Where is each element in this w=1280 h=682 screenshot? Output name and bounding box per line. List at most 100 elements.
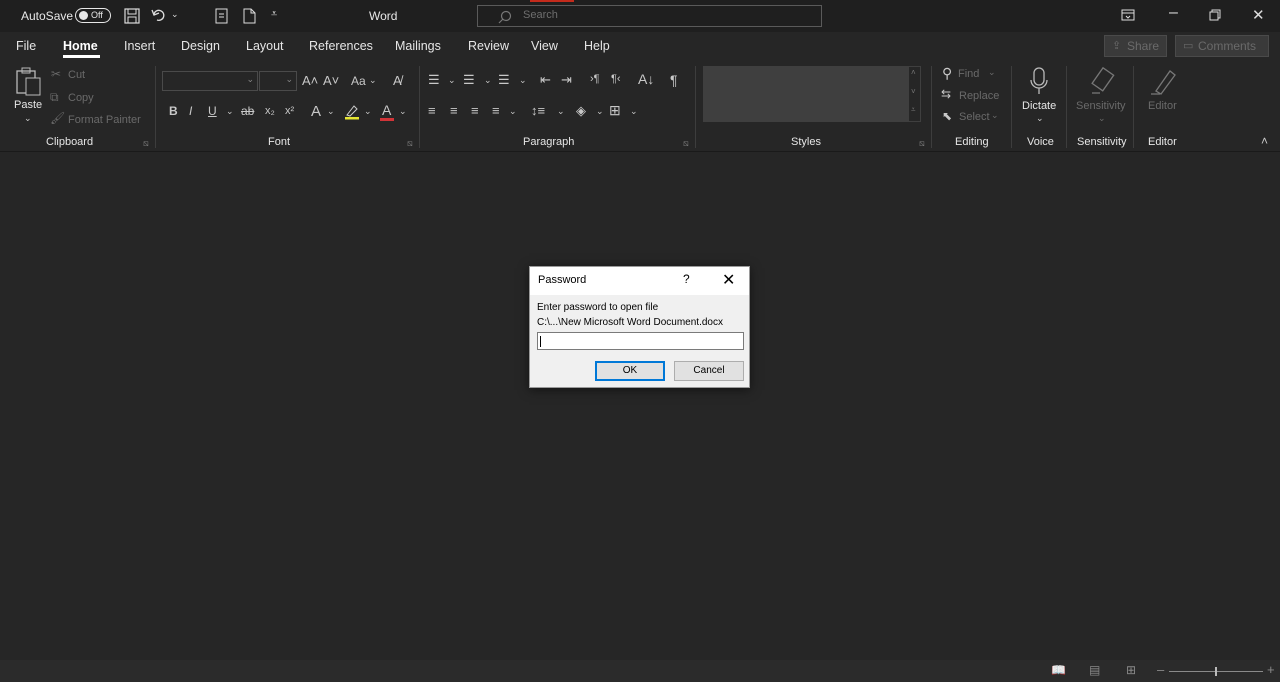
scroll-down-icon[interactable]: ˅ — [911, 87, 916, 96]
styles-launcher-icon[interactable]: ⧅ — [919, 138, 925, 149]
underline-dropdown-icon[interactable]: ⌄ — [226, 106, 234, 117]
select-button[interactable]: Select — [959, 111, 990, 123]
undo-dropdown-icon[interactable]: ⌄ — [171, 9, 179, 20]
tab-file[interactable]: File — [16, 39, 36, 53]
line-spacing-icon[interactable]: ↕≡ — [531, 103, 545, 118]
justify-icon[interactable]: ≡ — [492, 103, 500, 118]
restore-icon[interactable] — [1209, 9, 1221, 21]
comments-button[interactable]: ▭ Comments — [1175, 35, 1269, 57]
print-layout-icon[interactable]: ▤ — [1089, 663, 1100, 677]
align-center-icon[interactable]: ≡ — [450, 103, 458, 118]
sort-icon[interactable]: A↓ — [638, 71, 654, 87]
scroll-up-icon[interactable]: ˄ — [911, 68, 916, 77]
read-mode-icon[interactable]: 📖 — [1051, 663, 1066, 677]
clipboard-launcher-icon[interactable]: ⧅ — [143, 138, 149, 149]
shrink-font-icon[interactable]: A˅ — [323, 73, 339, 88]
find-button[interactable]: Find — [958, 68, 979, 80]
line-spacing-dropdown-icon[interactable]: ⌄ — [557, 106, 565, 117]
numbering-dropdown-icon[interactable]: ⌄ — [484, 75, 492, 86]
show-formatting-icon[interactable]: ¶ — [670, 72, 678, 88]
styles-gallery-scroll[interactable]: ˄ ˅ ⩡ — [908, 66, 921, 122]
styles-gallery[interactable] — [703, 66, 908, 122]
multilevel-dropdown-icon[interactable]: ⌄ — [519, 75, 527, 86]
open-document-icon[interactable] — [243, 8, 256, 24]
format-painter-button[interactable]: Format Painter — [68, 114, 141, 126]
font-size-select[interactable]: ⌄ — [259, 71, 297, 91]
bullets-icon[interactable]: ☰ — [428, 72, 440, 88]
ltr-icon[interactable]: ›¶ — [590, 73, 600, 85]
dictate-dropdown-icon[interactable]: ⌄ — [1036, 113, 1044, 124]
justify-dropdown-icon[interactable]: ⌄ — [509, 106, 517, 117]
copy-button[interactable]: Copy — [68, 92, 94, 104]
italic-button[interactable]: I — [189, 104, 192, 118]
font-color-dropdown-icon[interactable]: ⌄ — [399, 106, 407, 117]
change-case-dropdown-icon[interactable]: ⌄ — [369, 75, 377, 86]
select-dropdown-icon[interactable]: ⌄ — [991, 110, 999, 121]
text-effects-icon[interactable]: A — [311, 103, 321, 120]
strikethrough-button[interactable]: ab — [241, 104, 254, 118]
collapse-ribbon-icon[interactable]: ˄ — [1261, 134, 1268, 148]
borders-dropdown-icon[interactable]: ⌄ — [630, 106, 638, 117]
replace-button[interactable]: Replace — [959, 90, 999, 102]
tab-view[interactable]: View — [531, 39, 558, 53]
web-layout-icon[interactable]: ⊞ — [1126, 663, 1136, 677]
editor-button[interactable]: Editor — [1148, 100, 1177, 112]
close-icon[interactable]: ✕ — [722, 270, 735, 290]
cut-button[interactable]: Cut — [68, 69, 85, 81]
save-icon[interactable] — [124, 8, 140, 24]
sensitivity-button[interactable]: Sensitivity — [1076, 100, 1126, 112]
password-input[interactable] — [537, 332, 744, 350]
share-button[interactable]: ⇪ Share — [1104, 35, 1167, 57]
customize-toolbar-icon[interactable]: ⩡ — [271, 8, 277, 21]
help-icon[interactable]: ? — [683, 272, 690, 286]
decrease-indent-icon[interactable]: ⇤ — [540, 72, 551, 88]
subscript-icon[interactable]: x₂ — [265, 105, 275, 117]
align-left-icon[interactable]: ≡ — [428, 103, 436, 118]
close-window-icon[interactable]: ✕ — [1252, 6, 1265, 24]
highlight-icon[interactable] — [344, 104, 360, 120]
tab-review[interactable]: Review — [468, 39, 509, 53]
new-document-icon[interactable] — [215, 8, 229, 24]
align-right-icon[interactable]: ≡ — [471, 103, 479, 118]
ok-button[interactable]: OK — [595, 361, 665, 381]
undo-icon[interactable] — [151, 8, 167, 22]
superscript-icon[interactable]: x² — [285, 105, 294, 117]
zoom-in-icon[interactable]: + — [1267, 662, 1275, 677]
tab-design[interactable]: Design — [181, 39, 220, 53]
tab-insert[interactable]: Insert — [124, 39, 155, 53]
font-family-select[interactable]: ⌄ — [162, 71, 258, 91]
gallery-more-icon[interactable]: ⩡ — [911, 105, 916, 115]
grow-font-icon[interactable]: A˄ — [302, 73, 318, 88]
clear-formatting-icon[interactable]: A̸ — [393, 73, 402, 88]
shading-icon[interactable]: ◈ — [576, 103, 586, 119]
rtl-icon[interactable]: ¶‹ — [611, 73, 621, 85]
dictate-button[interactable]: Dictate — [1022, 100, 1056, 112]
search-box[interactable]: Search — [477, 5, 822, 27]
borders-icon[interactable]: ⊞ — [609, 102, 621, 119]
font-launcher-icon[interactable]: ⧅ — [407, 138, 413, 149]
underline-button[interactable]: U — [208, 104, 217, 118]
shading-dropdown-icon[interactable]: ⌄ — [596, 106, 604, 117]
sensitivity-dropdown-icon[interactable]: ⌄ — [1098, 113, 1106, 124]
find-dropdown-icon[interactable]: ⌄ — [988, 67, 996, 78]
tab-references[interactable]: References — [309, 39, 373, 53]
font-color-icon[interactable]: A — [382, 102, 391, 118]
paste-dropdown-icon[interactable]: ⌄ — [24, 113, 32, 124]
increase-indent-icon[interactable]: ⇥ — [561, 72, 572, 88]
tab-layout[interactable]: Layout — [246, 39, 284, 53]
bullets-dropdown-icon[interactable]: ⌄ — [448, 75, 456, 86]
tab-mailings[interactable]: Mailings — [395, 39, 441, 53]
paste-button[interactable]: Paste — [14, 99, 42, 111]
bold-button[interactable]: B — [169, 104, 178, 118]
tab-help[interactable]: Help — [584, 39, 610, 53]
zoom-slider-thumb[interactable] — [1215, 667, 1217, 676]
tab-home[interactable]: Home — [63, 39, 98, 53]
numbering-icon[interactable]: ☰ — [463, 72, 475, 88]
text-effects-dropdown-icon[interactable]: ⌄ — [327, 106, 335, 117]
paragraph-launcher-icon[interactable]: ⧅ — [683, 138, 689, 149]
cancel-button[interactable]: Cancel — [674, 361, 744, 381]
zoom-out-icon[interactable]: – — [1157, 662, 1164, 677]
multilevel-list-icon[interactable]: ☰ — [498, 72, 510, 88]
highlight-dropdown-icon[interactable]: ⌄ — [364, 106, 372, 117]
minimize-icon[interactable]: – — [1169, 4, 1178, 22]
